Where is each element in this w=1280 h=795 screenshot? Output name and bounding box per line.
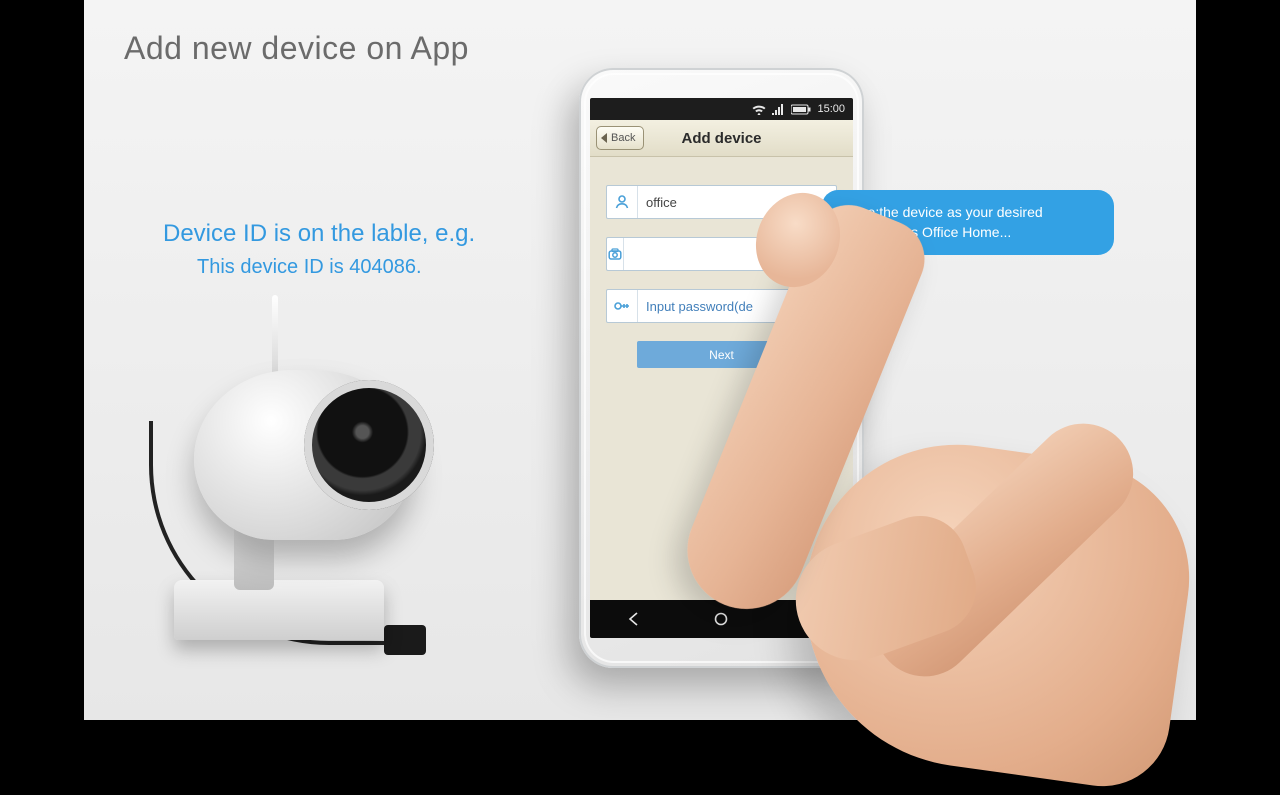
nav-home-icon[interactable] — [713, 611, 729, 627]
tooltip-bubble: Name:the device as your desired here.suc… — [822, 190, 1114, 255]
next-button[interactable]: Next — [637, 341, 807, 368]
key-icon — [607, 290, 638, 322]
status-time: 15:00 — [817, 103, 845, 115]
phone-mockup: 15:00 Back Add device — [579, 68, 864, 668]
person-icon — [607, 186, 638, 218]
password-field[interactable] — [606, 289, 837, 323]
instruction-slide: Add new device on App Device ID is on th… — [84, 0, 1196, 720]
phone-screen: 15:00 Back Add device — [590, 98, 853, 638]
tooltip-text: Name:the device as your desired here.suc… — [838, 204, 1043, 240]
nav-back-icon[interactable] — [626, 611, 642, 627]
battery-icon — [791, 104, 811, 115]
device-id-hint-1: Device ID is on the lable, e.g. — [163, 220, 475, 248]
android-nav-bar — [590, 600, 853, 638]
device-name-field[interactable] — [606, 185, 837, 219]
page-title: Add new device on App — [124, 30, 469, 67]
password-input[interactable] — [638, 290, 836, 322]
back-button[interactable]: Back — [596, 126, 644, 150]
wifi-icon — [752, 104, 766, 115]
device-id-input[interactable] — [624, 238, 801, 270]
screen-title: Add device — [681, 130, 761, 147]
add-device-form: Next — [590, 157, 853, 368]
app-navbar: Back Add device — [590, 120, 853, 157]
camera-illustration — [154, 300, 514, 650]
nav-recent-icon[interactable] — [801, 611, 817, 627]
device-id-hint-2: This device ID is 404086. — [197, 256, 422, 279]
camera-icon — [607, 238, 624, 270]
signal-icon — [772, 104, 785, 115]
status-bar: 15:00 — [590, 98, 853, 120]
device-id-field[interactable] — [606, 237, 801, 271]
